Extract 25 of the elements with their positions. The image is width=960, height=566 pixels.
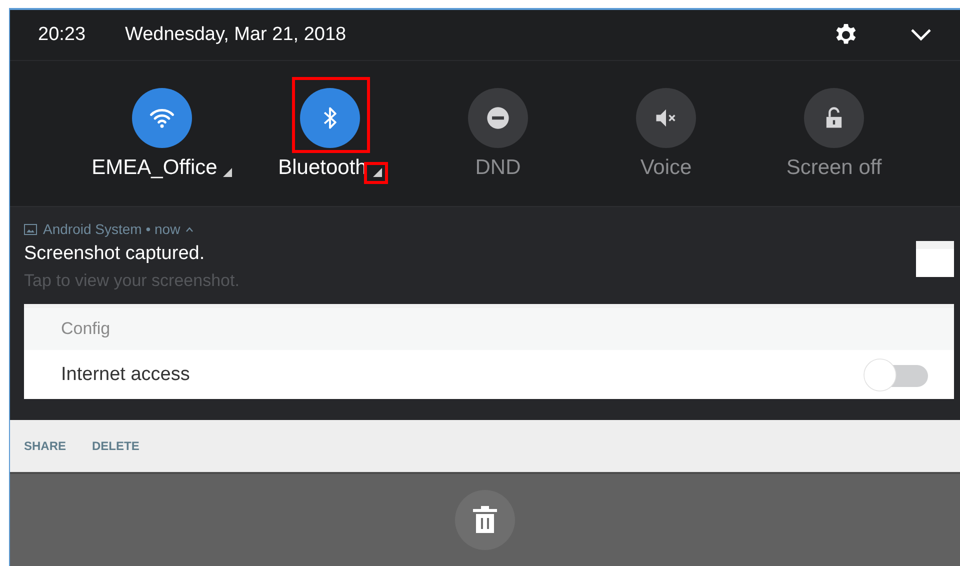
settings-icon[interactable]	[834, 23, 858, 47]
dropdown-caret-icon[interactable]	[372, 168, 382, 176]
tile-label: Screen off	[786, 156, 882, 180]
chevron-up-icon[interactable]	[186, 226, 194, 232]
toggle-switch[interactable]	[862, 358, 928, 392]
tile-label: EMEA_Office	[92, 156, 218, 180]
tile-label: Voice	[640, 156, 692, 180]
clock-time: 20:23	[38, 24, 87, 46]
dropdown-caret-icon[interactable]	[223, 168, 232, 176]
tile-label: DND	[475, 156, 521, 180]
date-text: Wednesday, Mar 21, 2018	[125, 24, 348, 46]
trash-icon	[472, 506, 498, 534]
screenshot-preview[interactable]: Config Internet access	[24, 304, 954, 399]
tile-label: Bluetooth	[278, 156, 367, 180]
notification-title: Screenshot captured.	[24, 243, 206, 265]
image-icon	[24, 224, 37, 234]
setting-label: Internet access	[61, 364, 190, 386]
section-header: Config	[61, 319, 110, 339]
chevron-down-icon[interactable]	[910, 28, 932, 42]
notification-source: Android System • now	[43, 221, 180, 237]
action-link[interactable]: DELETE	[92, 439, 140, 453]
minus-circle-icon	[485, 105, 511, 131]
highlight-frame	[364, 162, 388, 184]
action-link[interactable]: SHARE	[24, 439, 66, 453]
screenshot-thumbnail	[916, 241, 954, 277]
